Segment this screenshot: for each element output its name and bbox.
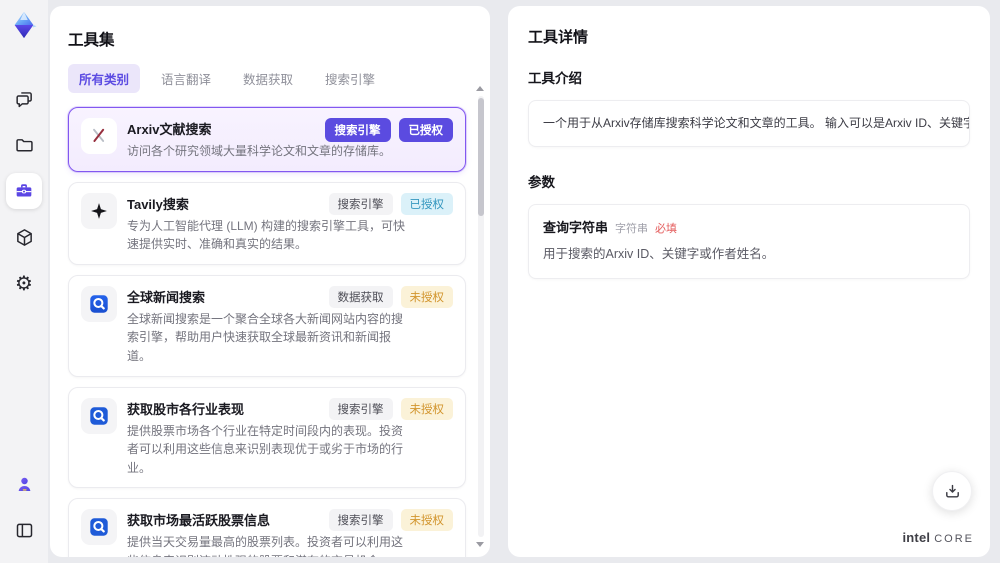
tool-icon-box: [81, 192, 117, 229]
collapse-panel-icon: [16, 523, 32, 537]
category-badge: 搜索引擎: [328, 192, 393, 215]
gem-logo-icon: [14, 11, 37, 39]
intel-logo-text: intel: [902, 530, 931, 545]
parameter-type: 字符串: [615, 223, 649, 236]
sidebar-item-settings[interactable]: ⚙: [6, 265, 42, 301]
toolbox-icon: [16, 184, 32, 197]
settings-icon: ⚙: [15, 271, 33, 295]
download-icon: [945, 484, 959, 498]
parameter-required-badge: 必填: [655, 223, 678, 236]
tab-all-categories[interactable]: 所有类别: [68, 64, 141, 93]
chat-icon: [15, 91, 32, 107]
scrollbar-up-arrow-icon[interactable]: [476, 86, 484, 91]
tool-intro-card: 一个用于从Arxiv存储库搜索科学论文和文章的工具。 输入可以是Arxiv ID…: [528, 100, 970, 148]
params-heading: 参数: [528, 175, 555, 191]
page-title: 工具集: [68, 32, 115, 49]
tool-icon-box: [81, 285, 117, 322]
tab-data-fetch[interactable]: 数据获取: [232, 64, 304, 93]
status-badge: 已授权: [398, 118, 453, 142]
sidebar-item-account[interactable]: [6, 466, 42, 502]
tool-icon-box: [81, 118, 117, 154]
tool-description: 专为人工智能代理 (LLM) 构建的搜索引擎工具，可快速提供实时、准确和真实的结…: [127, 218, 406, 252]
tool-card-global-news[interactable]: 全球新闻搜索 全球新闻搜索是一个聚合全球各大新闻网站内容的搜索引擎，帮助用户快速…: [68, 274, 466, 377]
sidebar-collapse-button[interactable]: [6, 512, 42, 548]
folder-icon: [15, 138, 33, 151]
sidebar-item-chat[interactable]: [6, 81, 42, 117]
tool-icon-box: [81, 509, 117, 546]
four-point-star-icon: [91, 202, 107, 219]
tool-description: 提供当天交易量最高的股票列表。投资者可以利用这些信息来识别流动性强的股票和潜在的…: [127, 535, 404, 557]
details-title: 工具详情: [528, 29, 589, 46]
tool-description: 提供股票市场各个行业在特定时间段内的表现。投资者可以利用这些信息来识别表现优于或…: [127, 423, 404, 475]
category-badge: 搜索引擎: [328, 509, 393, 532]
tool-card-active-stocks[interactable]: 获取市场最活跃股票信息 提供当天交易量最高的股票列表。投资者可以利用这些信息来识…: [68, 498, 466, 557]
category-badge: 搜索引擎: [324, 118, 391, 142]
arxiv-icon: [93, 128, 105, 142]
tab-search-engine[interactable]: 搜索引擎: [314, 64, 386, 93]
status-badge: 未授权: [400, 285, 453, 308]
tool-card-sector-performance[interactable]: 获取股市各行业表现 提供股票市场各个行业在特定时间段内的表现。投资者可以利用这些…: [68, 386, 466, 489]
blue-search-app-icon: [90, 295, 108, 313]
tab-language-translation[interactable]: 语言翻译: [150, 64, 222, 93]
tool-list: Arxiv文献搜索 访问各个研究领域大量科学论文和文章的存储库。 搜索引擎 已授…: [50, 105, 490, 557]
download-button[interactable]: [932, 471, 972, 511]
scrollbar-down-arrow-icon[interactable]: [476, 542, 484, 547]
sidebar-item-toolbox[interactable]: [6, 173, 42, 209]
sidebar-item-files[interactable]: [6, 127, 42, 163]
status-badge: 未授权: [400, 397, 453, 420]
parameter-name: 查询字符串: [543, 220, 609, 236]
tool-card-tavily[interactable]: Tavily搜索 专为人工智能代理 (LLM) 构建的搜索引擎工具，可快速提供实…: [68, 181, 466, 265]
tool-list-panel: 工具集 所有类别 语言翻译 数据获取 搜索引擎 Arxiv文献搜索 访问各个研究…: [50, 6, 490, 557]
tool-description: 访问各个研究领域大量科学论文和文章的存储库。: [127, 144, 392, 158]
blue-search-app-icon: [90, 518, 108, 537]
scrollbar-thumb[interactable]: [478, 98, 484, 216]
app-logo[interactable]: [7, 8, 41, 42]
scrollbar-track[interactable]: [478, 96, 484, 537]
parameter-card: 查询字符串 字符串 必填 用于搜索的Arxiv ID、关键字或作者姓名。: [528, 204, 970, 279]
blue-search-app-icon: [90, 406, 108, 425]
tool-description: 全球新闻搜索是一个聚合全球各大新闻网站内容的搜索引擎，帮助用户快速获取全球最新资…: [127, 311, 404, 363]
category-badge: 搜索引擎: [328, 397, 393, 420]
user-icon: [18, 477, 30, 491]
sidebar-item-packages[interactable]: [6, 219, 42, 255]
status-badge: 未授权: [400, 509, 453, 532]
cube-icon: [16, 228, 32, 246]
intro-heading: 工具介绍: [528, 71, 582, 86]
category-tabs: 所有类别 语言翻译 数据获取 搜索引擎: [68, 64, 472, 93]
intel-core-logo: intel CORE: [902, 530, 974, 545]
core-logo-text: CORE: [934, 533, 974, 545]
status-badge: 已授权: [400, 192, 453, 215]
category-badge: 数据获取: [328, 285, 393, 308]
sidebar: ⚙: [0, 0, 48, 563]
tool-icon-box: [81, 397, 117, 434]
parameter-description: 用于搜索的Arxiv ID、关键字或作者姓名。: [543, 247, 775, 262]
tool-details-panel: 工具详情 工具介绍 一个用于从Arxiv存储库搜索科学论文和文章的工具。 输入可…: [508, 6, 990, 557]
tool-card-arxiv[interactable]: Arxiv文献搜索 访问各个研究领域大量科学论文和文章的存储库。 搜索引擎 已授…: [68, 107, 466, 172]
